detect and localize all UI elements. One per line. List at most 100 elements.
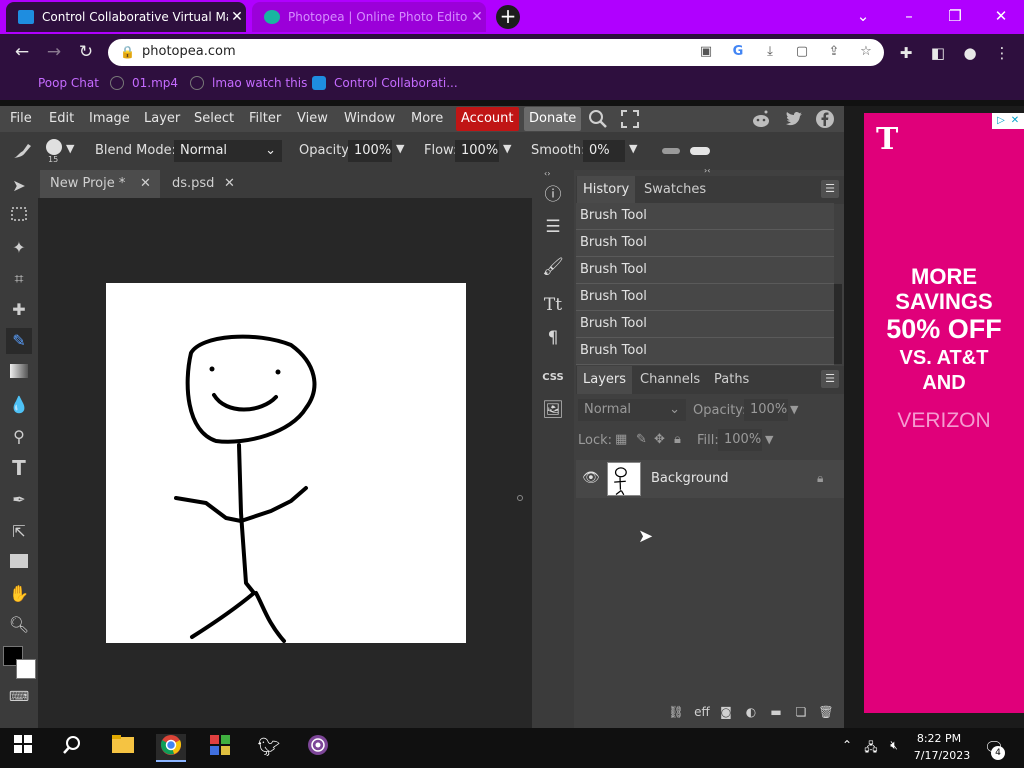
twitter-icon[interactable] (783, 108, 805, 130)
adjustments-icon[interactable]: ☰ (539, 214, 567, 240)
close-tab-icon[interactable]: ✕ (468, 9, 486, 25)
blend-mode-select[interactable]: Normal ⌄ (174, 140, 282, 162)
bird-app-icon[interactable]: 🐦︎ (254, 734, 284, 762)
adchoices-icon[interactable]: ▷ (994, 114, 1008, 128)
volume-muted-icon[interactable]: 🔇︎ (885, 738, 903, 753)
lock-pixels-icon[interactable]: ✎ (636, 432, 647, 447)
fill-input[interactable]: 100% (718, 429, 762, 451)
restore-button[interactable]: ❐ (932, 0, 978, 34)
doc-tab-ds-psd[interactable]: ds.psd ✕ (162, 170, 252, 198)
flow-dropdown-icon[interactable]: ▼ (503, 142, 511, 155)
close-tab-icon[interactable]: ✕ (228, 9, 246, 25)
gradient-tool-icon[interactable] (6, 360, 32, 386)
bookmark-control-collaborative[interactable]: Control Collaborati... (312, 76, 458, 90)
layer-thumbnail[interactable] (607, 462, 641, 496)
menu-edit[interactable]: Edit (43, 106, 80, 132)
menu-image[interactable]: Image (83, 106, 136, 132)
marquee-tool-icon[interactable] (6, 204, 32, 230)
chrome-menu-icon[interactable]: ⋮ (991, 42, 1013, 64)
menu-view[interactable]: View (291, 106, 334, 132)
menu-select[interactable]: Select (188, 106, 240, 132)
history-item[interactable]: Brush Tool (576, 338, 834, 365)
bookmark-star-icon[interactable]: ☆ (857, 43, 875, 61)
close-doc-icon[interactable]: ✕ (140, 170, 151, 198)
menu-window[interactable]: Window (338, 106, 401, 132)
back-button[interactable]: ← (10, 40, 34, 64)
rectangle-tool-icon[interactable] (6, 550, 32, 576)
delete-layer-icon[interactable]: 🗑︎ (817, 704, 835, 720)
file-explorer-icon[interactable] (108, 734, 138, 762)
tab-channels[interactable]: Channels (634, 366, 706, 394)
history-item[interactable]: Brush Tool (576, 203, 834, 230)
forward-button[interactable]: → (42, 40, 66, 64)
menu-layer[interactable]: Layer (138, 106, 186, 132)
bookmark-poop-chat[interactable]: Poop Chat (38, 76, 99, 90)
character-icon[interactable]: Tt (539, 292, 567, 318)
menu-file[interactable]: File (4, 106, 38, 132)
download-icon[interactable]: ⤓ (761, 43, 779, 61)
side-panel-icon[interactable]: ◧ (927, 42, 949, 64)
brush-settings-icon[interactable]: 🖌︎ (539, 254, 567, 280)
visibility-eye-icon[interactable]: 👁︎ (582, 470, 600, 486)
tab-swatches[interactable]: Swatches (638, 176, 712, 204)
pressure-opacity-toggle-icon[interactable] (662, 148, 680, 154)
layer-opacity-input[interactable]: 100% (744, 399, 788, 421)
windows-start-icon[interactable] (8, 734, 38, 762)
adjustment-layer-icon[interactable]: ◐ (742, 704, 760, 720)
close-doc-icon[interactable]: ✕ (224, 170, 235, 198)
bookmark-01-mp4[interactable]: 01.mp4 (110, 76, 178, 90)
lock-position-icon[interactable]: ✥ (654, 432, 665, 447)
path-select-tool-icon[interactable]: ⇱ (6, 519, 32, 545)
share-icon[interactable]: ⇪ (825, 43, 843, 61)
layer-opacity-dropdown-icon[interactable]: ▼ (790, 403, 798, 416)
profile-icon[interactable]: ● (959, 42, 981, 64)
collapse-left-icon[interactable]: ‹› (544, 169, 550, 178)
css-icon[interactable]: CSS (539, 365, 567, 391)
smooth-dropdown-icon[interactable]: ▼ (629, 142, 637, 155)
fill-dropdown-icon[interactable]: ▼ (765, 433, 773, 446)
healing-brush-tool-icon[interactable]: ✚ (6, 297, 32, 323)
crop-tool-icon[interactable]: ⌗ (6, 266, 32, 292)
layer-lock-icon[interactable]: 🔒︎ (817, 471, 823, 486)
tab-history[interactable]: History (577, 176, 636, 204)
info-icon[interactable]: ⓘ (539, 182, 567, 208)
opacity-dropdown-icon[interactable]: ▼ (396, 142, 404, 155)
reddit-icon[interactable] (750, 108, 772, 130)
opacity-input[interactable]: 100% (348, 140, 392, 162)
clock-time[interactable]: 8:22 PM (912, 732, 966, 745)
install-app-icon[interactable]: ▣ (697, 43, 715, 61)
layers-panel-menu-icon[interactable]: ☰ (821, 370, 839, 388)
history-item[interactable]: Brush Tool (576, 230, 834, 257)
document-canvas[interactable] (106, 283, 466, 643)
paragraph-icon[interactable]: ¶ (539, 325, 567, 351)
bookmark-lmao-watch-this[interactable]: lmao watch this (190, 76, 307, 90)
close-window-button[interactable]: ✕ (978, 0, 1024, 34)
browser-tab-control-collaborative[interactable]: Control Collaborative Virtual Mac ✕ (6, 2, 246, 32)
reload-button[interactable]: ↻ (74, 40, 98, 64)
facebook-icon[interactable] (814, 108, 836, 130)
google-translate-icon[interactable]: G (729, 43, 747, 61)
pen-tool-icon[interactable]: ✒ (6, 487, 32, 513)
tab-search-chevron-icon[interactable]: ⌄ (840, 0, 886, 34)
chrome-taskbar-icon[interactable] (156, 734, 186, 762)
keyboard-icon[interactable]: ⌨ (6, 684, 32, 710)
move-tool-icon[interactable]: ➤ (6, 173, 32, 199)
network-icon[interactable]: 🖧︎ (862, 738, 880, 759)
brush-size-dot-icon[interactable] (46, 139, 62, 155)
history-item[interactable]: Brush Tool (576, 257, 834, 284)
flow-input[interactable]: 100% (455, 140, 499, 162)
minimize-button[interactable]: – (886, 0, 932, 34)
layer-effects-icon[interactable]: eff (692, 704, 712, 720)
background-color-swatch[interactable] (16, 659, 36, 679)
lock-transparency-icon[interactable]: ▦ (615, 432, 627, 447)
search-icon[interactable] (587, 108, 609, 130)
url-text[interactable]: photopea.com (142, 44, 236, 59)
type-tool-icon[interactable]: T (6, 455, 32, 481)
magic-wand-tool-icon[interactable]: ✦ (6, 235, 32, 261)
tab-paths[interactable]: Paths (708, 366, 755, 394)
zoom-tool-icon[interactable]: 🔍︎ (6, 612, 32, 638)
blur-tool-icon[interactable]: 💧 (6, 392, 32, 418)
account-button[interactable]: Account (456, 107, 519, 131)
extensions-puzzle-icon[interactable]: ✚ (895, 42, 917, 64)
collapse-right-icon[interactable]: ›‹ (704, 166, 710, 175)
